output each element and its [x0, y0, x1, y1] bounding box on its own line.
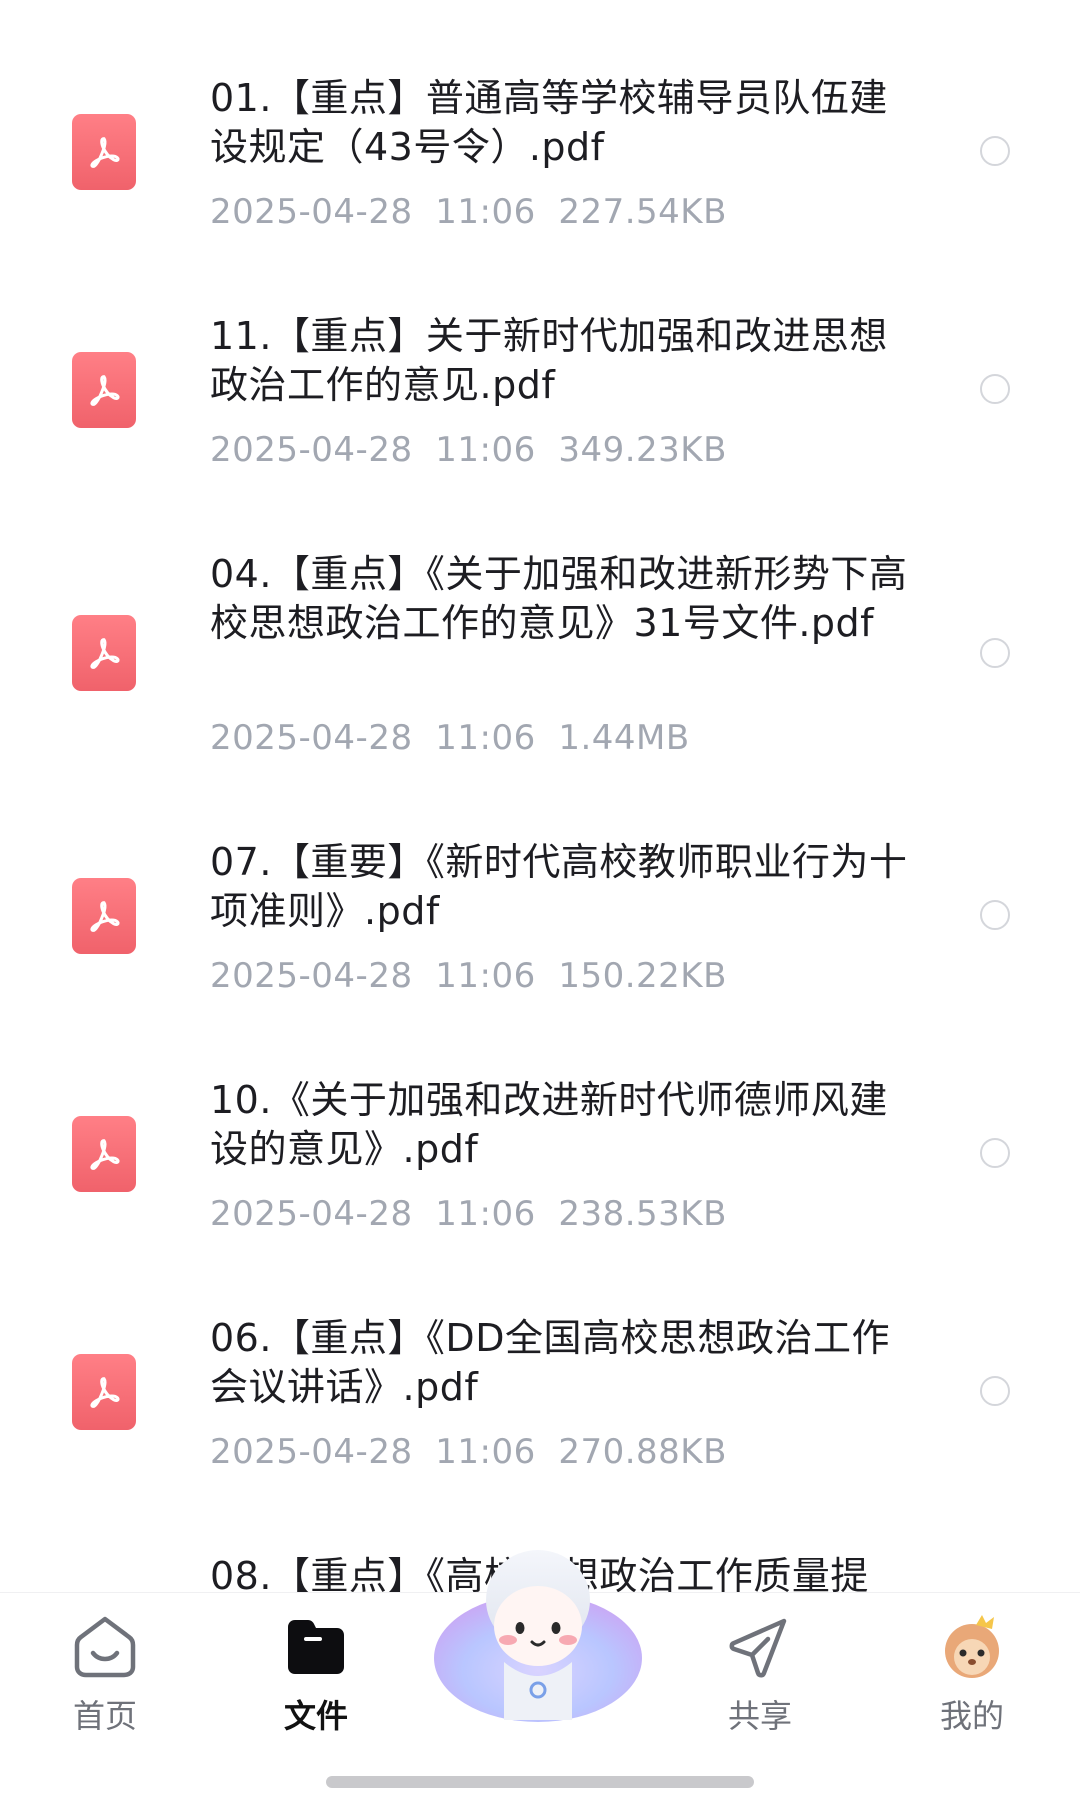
home-icon — [74, 1616, 136, 1678]
select-radio[interactable] — [980, 374, 1010, 404]
file-date: 2025-04-28 — [210, 430, 413, 470]
pdf-file-icon — [72, 878, 136, 954]
file-date: 2025-04-28 — [210, 1194, 413, 1234]
file-name: 01.【重点】普通高等学校辅导员队伍建设规定（43号令）.pdf — [210, 76, 888, 169]
ai-assistant-button[interactable] — [428, 1530, 648, 1730]
mascot-assistant-icon — [434, 1550, 642, 1722]
file-time: 11:06 — [435, 956, 536, 996]
file-size: 1.44MB — [558, 718, 690, 758]
file-date: 2025-04-28 — [210, 1432, 413, 1472]
file-name: 04.【重点】《关于加强和改进新形势下高校思想政治工作的意见》31号文件.pdf — [210, 552, 908, 645]
pdf-file-icon — [72, 1116, 136, 1192]
file-time: 11:06 — [435, 430, 536, 470]
file-size: 238.53KB — [558, 1194, 727, 1234]
tab-files[interactable]: 文件 — [246, 1613, 386, 1735]
file-size: 349.23KB — [558, 430, 727, 470]
avatar-icon — [945, 1615, 999, 1678]
file-name: 11.【重点】关于新时代加强和改进思想政治工作的意见.pdf — [210, 314, 888, 407]
tab-share-label: 共享 — [727, 1697, 792, 1735]
home-indicator[interactable] — [326, 1776, 754, 1788]
pdf-file-icon — [72, 352, 136, 428]
pdf-file-icon — [72, 114, 136, 190]
share-icon — [729, 1618, 787, 1678]
file-meta: 2025-04-28 11:06 150.22KB — [210, 956, 727, 996]
file-meta: 2025-04-28 11:06 238.53KB — [210, 1194, 727, 1234]
select-radio[interactable] — [980, 1138, 1010, 1168]
file-date: 2025-04-28 — [210, 718, 413, 758]
file-meta: 2025-04-28 11:06 270.88KB — [210, 1432, 727, 1472]
tab-home[interactable]: 首页 — [35, 1613, 175, 1735]
file-size: 270.88KB — [558, 1432, 727, 1472]
tab-share[interactable]: 共享 — [690, 1613, 830, 1735]
folder-icon — [288, 1620, 344, 1674]
file-meta: 2025-04-28 11:06 227.54KB — [210, 192, 727, 232]
pdf-file-icon — [72, 1354, 136, 1430]
tab-mine-label: 我的 — [939, 1697, 1004, 1735]
file-time: 11:06 — [435, 718, 536, 758]
tab-files-label: 文件 — [283, 1697, 348, 1735]
file-list: 01.【重点】普通高等学校辅导员队伍建设规定（43号令）.pdf 2025-04… — [0, 0, 1080, 1592]
file-time: 11:06 — [435, 1432, 536, 1472]
file-name: 07.【重要】《新时代高校教师职业行为十项准则》.pdf — [210, 840, 908, 933]
file-time: 11:06 — [435, 1194, 536, 1234]
select-radio[interactable] — [980, 136, 1010, 166]
file-meta: 2025-04-28 11:06 1.44MB — [210, 718, 690, 758]
select-radio[interactable] — [980, 900, 1010, 930]
file-time: 11:06 — [435, 192, 536, 232]
file-size: 150.22KB — [558, 956, 727, 996]
file-meta: 2025-04-28 11:06 349.23KB — [210, 430, 727, 470]
tab-mine[interactable]: 我的 — [902, 1613, 1042, 1735]
file-name: 10.《关于加强和改进新时代师德师风建设的意见》.pdf — [210, 1078, 888, 1171]
pdf-file-icon — [72, 615, 136, 691]
tab-home-label: 首页 — [72, 1697, 137, 1735]
select-radio[interactable] — [980, 638, 1010, 668]
file-name: 06.【重点】《DD全国高校思想政治工作会议讲话》.pdf — [210, 1316, 890, 1409]
file-date: 2025-04-28 — [210, 192, 413, 232]
file-size: 227.54KB — [558, 192, 727, 232]
select-radio[interactable] — [980, 1376, 1010, 1406]
file-date: 2025-04-28 — [210, 956, 413, 996]
